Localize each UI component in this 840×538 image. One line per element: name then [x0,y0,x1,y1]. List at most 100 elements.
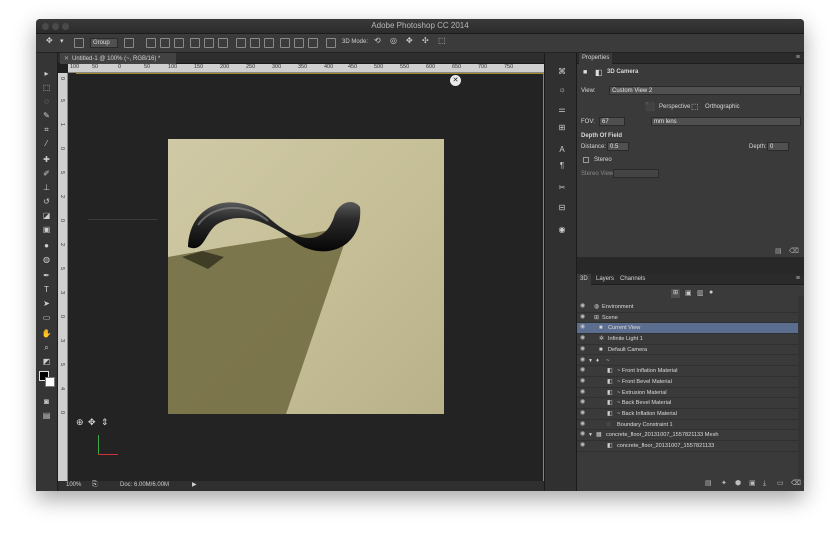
stereo-checkbox[interactable] [583,157,589,163]
align-hcenter-icon[interactable] [204,38,214,48]
distribute-right-icon[interactable] [308,38,318,48]
panel-menu-icon[interactable]: ≡ [796,54,800,61]
rectangle-tool-icon[interactable]: ▭ [41,313,52,322]
props-delete-icon[interactable]: ⌫ [789,247,799,255]
show-transform-checkbox[interactable] [124,38,134,48]
distance-input[interactable]: 0.5 [607,142,629,151]
panel-menu-icon[interactable]: ≡ [796,275,800,282]
depth-input[interactable]: 0 [767,142,789,151]
visibility-eye-icon[interactable]: ◉ [580,389,586,395]
default-colors-icon[interactable]: ◩ [41,357,52,366]
distribute-vcenter-icon[interactable] [250,38,260,48]
hand-tool-icon[interactable]: ✋ [41,329,52,338]
visibility-eye-icon[interactable]: ◉ [580,431,586,437]
layer-comps-panel-icon[interactable]: ⊟ [557,203,567,213]
list-item[interactable]: ◉ ◧ ~ Front Bevel Material [577,377,798,388]
pan-axis-icon[interactable]: ✥ [88,417,96,428]
import-icon[interactable]: ⤓ [763,480,770,487]
perspective-label[interactable]: Perspective [659,104,690,110]
fov-input[interactable]: 67 [599,117,625,126]
paragraph-panel-icon[interactable]: ¶ [557,161,567,171]
list-item[interactable]: ◉ ■ Default Camera [577,345,798,356]
auto-align-icon[interactable] [326,38,336,48]
delete-icon[interactable]: ⌫ [791,480,801,487]
export-icon[interactable]: ⎘ [92,481,98,489]
visibility-eye-icon[interactable]: ◉ [580,324,586,330]
list-item[interactable]: ◉ ◧ concrete_floor_20131007_1557821133 [577,441,798,452]
move-tool-icon[interactable]: ▸ [41,69,52,78]
tab-channels[interactable]: Channels [617,274,648,285]
disclosure-triangle-icon[interactable]: ▼ [588,358,594,364]
filter-meshes-icon[interactable]: ▣ [685,289,692,297]
horizontal-ruler[interactable]: 100 50 0 50 100 150 200 250 300 350 400 … [68,64,544,73]
auto-select-checkbox[interactable] [74,38,84,48]
add-light-icon[interactable]: ✦ [721,480,728,487]
disclosure-triangle-icon[interactable]: ▼ [588,432,594,438]
filter-materials-icon[interactable]: ▥ [697,289,704,297]
roll-3d-icon[interactable]: ◎ [390,36,397,45]
visibility-eye-icon[interactable]: ◉ [580,357,586,363]
render-icon[interactable]: ▤ [705,480,712,487]
visibility-eye-icon[interactable]: ◉ [580,399,586,405]
document-tab[interactable]: ✕ Untitled-1 @ 100% (~, RGB/16) * [60,53,176,64]
crop-tool-icon[interactable]: ⌗ [41,125,52,134]
distribute-left-icon[interactable] [280,38,290,48]
align-vcenter-icon[interactable] [160,38,170,48]
distribute-top-icon[interactable] [236,38,246,48]
lens-select[interactable]: mm lens [651,117,801,126]
clone-stamp-tool-icon[interactable]: ⊥ [41,183,52,192]
list-item[interactable]: ◉ ◧ ~ Back Bevel Material [577,398,798,409]
distribute-bottom-icon[interactable] [264,38,274,48]
dodge-tool-icon[interactable]: ◍ [41,255,52,264]
lasso-tool-icon[interactable]: ◌ [41,97,52,106]
new-layer-icon[interactable]: ▭ [777,480,784,487]
scale-3d-icon[interactable]: ⬚ [438,36,446,45]
3d-axis-widget[interactable]: ⊕ ✥ ⇕ [76,417,124,465]
screen-mode-icon[interactable]: ▤ [41,411,52,420]
path-selection-tool-icon[interactable]: ➤ [41,299,52,308]
props-layer-icon[interactable]: ▤ [775,247,782,255]
eraser-tool-icon[interactable]: ◪ [41,211,52,220]
tool-preset-arrow-icon[interactable]: ▾ [60,37,64,45]
3d-panel-scrollbar[interactable] [798,296,804,480]
list-item[interactable]: ◉ ▼ ♦ ~ [577,356,798,367]
orthographic-icon[interactable]: ⬚ [691,102,699,111]
auto-select-target-select[interactable]: Group [90,38,118,48]
brush-panel-icon[interactable]: ⚌ [557,105,567,115]
clone-source-panel-icon[interactable]: ⊞ [557,123,567,133]
type-tool-icon[interactable]: T [41,285,52,294]
status-menu-arrow-icon[interactable]: ▶ [192,481,197,488]
orbit-axis-icon[interactable]: ⊕ [76,417,84,428]
orthographic-label[interactable]: Orthographic [705,104,740,110]
marquee-tool-icon[interactable]: ⬚ [41,83,52,92]
view-select[interactable]: Custom View 2 [609,86,801,95]
pan-3d-icon[interactable]: ✥ [406,36,413,45]
zoom-level[interactable]: 100% [66,482,81,488]
list-item[interactable]: ◉ ⊞ Scene [577,313,798,324]
character-panel-icon[interactable]: A [557,145,567,155]
list-item[interactable]: ◉ ■ Current View [577,323,798,335]
visibility-eye-icon[interactable]: ◉ [580,346,586,352]
visibility-eye-icon[interactable]: ◉ [580,378,586,384]
perspective-icon[interactable]: ⬛ [645,102,655,111]
slide-3d-icon[interactable]: ✣ [422,36,429,45]
align-bottom-icon[interactable] [174,38,184,48]
distribute-hcenter-icon[interactable] [294,38,304,48]
pen-tool-icon[interactable]: ✒ [41,271,52,280]
history-panel-icon[interactable]: ⌘ [557,67,567,77]
new-mesh-icon[interactable]: ⬢ [735,480,742,487]
visibility-eye-icon[interactable]: ◉ [580,442,586,448]
list-item[interactable]: ◉ ◧ ~ Front Inflation Material [577,366,798,377]
tab-3d[interactable]: 3D [577,274,591,285]
light-widget-icon[interactable]: ✕ [450,75,461,86]
stereo-view-select[interactable] [613,169,659,178]
list-item[interactable]: ◉ ◌ Boundary Constraint 1 [577,420,798,431]
align-right-icon[interactable] [218,38,228,48]
3d-panel-icon[interactable]: ◉ [557,225,567,235]
close-tab-icon[interactable]: ✕ [64,56,69,62]
move-tool-icon[interactable]: ✥ [46,36,53,45]
visibility-eye-icon[interactable]: ◉ [580,303,586,309]
vertical-ruler[interactable]: 0 5 1 0 5 2 0 2 5 3 0 3 5 4 0 [58,73,68,481]
align-left-icon[interactable] [190,38,200,48]
visibility-eye-icon[interactable]: ◉ [580,410,586,416]
